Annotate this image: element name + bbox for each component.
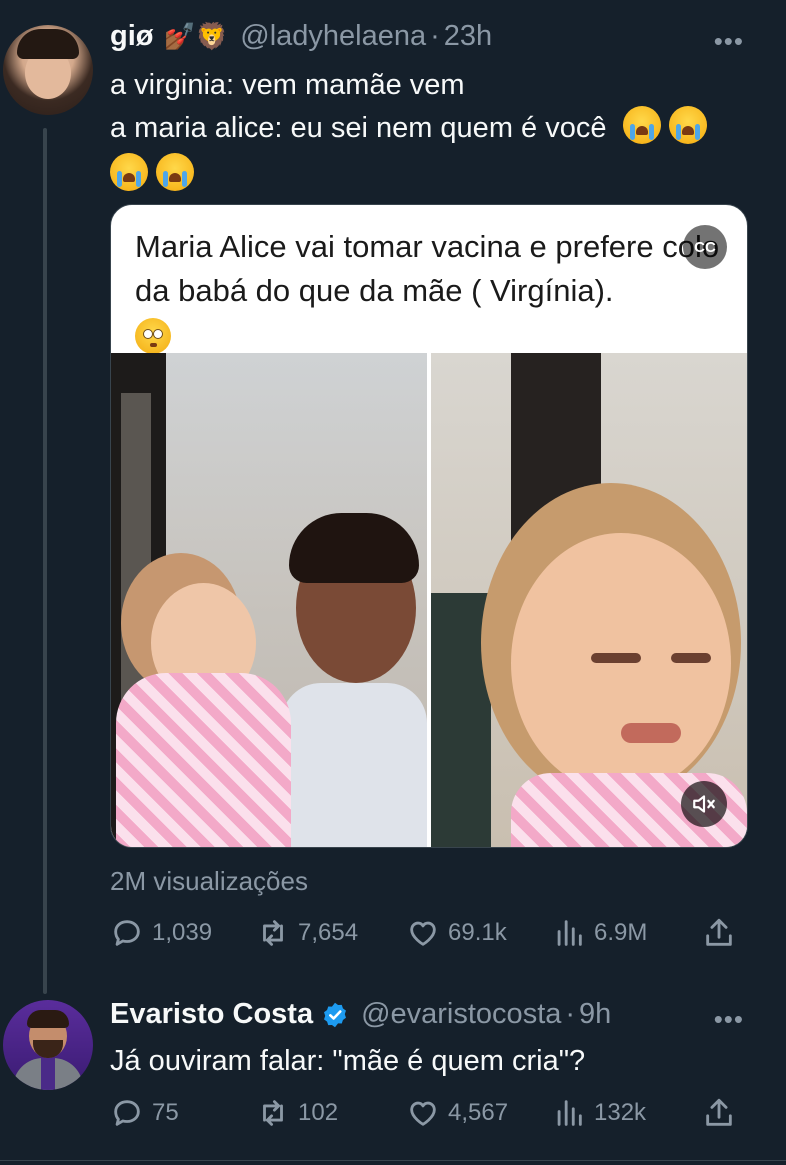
author-emojis: 💅🏾🦁 [163, 21, 229, 51]
flushed-emoji-icon [135, 318, 171, 354]
crying-emoji-icon [110, 153, 148, 191]
retweet-count: 102 [298, 1099, 339, 1126]
timestamp[interactable]: 23h [444, 20, 492, 53]
analytics-icon [557, 1100, 582, 1126]
cc-icon[interactable]: CC [683, 225, 727, 269]
retweet-count: 7,654 [298, 919, 359, 946]
reply-button[interactable]: 75 [110, 1096, 256, 1130]
mute-icon[interactable] [681, 781, 727, 827]
like-icon [410, 921, 436, 946]
tweet-actions: 1,039 7,654 69.1k 6.9M [110, 916, 746, 950]
author-handle[interactable]: @evaristocosta [361, 998, 561, 1031]
tweet-text: Já ouviram falar: "mãe é quem cria"? [110, 1045, 586, 1077]
reply-count: 1,039 [152, 919, 213, 946]
video-frame-right [431, 353, 747, 847]
avatar[interactable] [3, 25, 93, 115]
share-icon [706, 1098, 732, 1126]
view-count: 2M visualizações [110, 866, 308, 896]
more-icon[interactable]: ••• [714, 1004, 744, 1035]
like-button[interactable]: 4,567 [406, 1096, 552, 1130]
tweet-text-line1: a virginia: vem mamãe vem [110, 69, 465, 101]
media-caption: Maria Alice vai tomar vacina e prefere c… [135, 225, 725, 359]
media-caption-text: Maria Alice vai tomar vacina e prefere c… [135, 229, 720, 308]
thread-line [43, 128, 47, 994]
author-name[interactable]: Evaristo Costa [110, 998, 313, 1031]
like-count: 4,567 [448, 1099, 509, 1126]
tweet-2[interactable]: Evaristo Costa @evaristocosta · 9h ••• J… [0, 990, 786, 1165]
video-media[interactable]: Maria Alice vai tomar vacina e prefere c… [110, 204, 748, 848]
reply-icon [114, 1100, 140, 1126]
share-button[interactable] [702, 1096, 736, 1130]
crying-emoji-icon [156, 153, 194, 191]
tweet-text-line2: a maria alice: eu sei nem quem é você [110, 106, 750, 149]
share-button[interactable] [702, 916, 736, 950]
like-button[interactable]: 69.1k [406, 916, 552, 950]
verified-icon [324, 1002, 347, 1027]
author-handle[interactable]: @ladyhelaena [240, 20, 426, 53]
separator: · [565, 998, 576, 1030]
avatar[interactable] [3, 1000, 93, 1090]
analytics-button[interactable]: 132k [552, 1096, 702, 1130]
retweet-icon [263, 1100, 283, 1126]
tweet-actions: 75 102 4,567 132k [110, 1096, 746, 1130]
share-icon [706, 918, 732, 946]
tweet-text: a virginia: vem mamãe vem a maria alice:… [110, 64, 750, 196]
bottom-divider [0, 1160, 786, 1161]
retweet-button[interactable]: 102 [256, 1096, 406, 1130]
analytics-count: 6.9M [594, 919, 648, 946]
video-frame-left [111, 353, 427, 847]
reply-count: 75 [152, 1099, 179, 1126]
tweet-text-line3 [110, 153, 750, 196]
analytics-count: 132k [594, 1099, 647, 1126]
tweet-1[interactable]: giø 💅🏾🦁 @ladyhelaena · 23h ••• a virgini… [0, 0, 786, 994]
retweet-button[interactable]: 7,654 [256, 916, 406, 950]
analytics-button[interactable]: 6.9M [552, 916, 702, 950]
like-icon [410, 1101, 436, 1126]
like-count: 69.1k [448, 919, 507, 946]
author-name[interactable]: giø [110, 20, 154, 53]
crying-emoji-icon [668, 106, 707, 144]
tweet-header: giø 💅🏾🦁 @ladyhelaena · 23h [110, 20, 492, 53]
separator: · [430, 20, 440, 52]
reply-button[interactable]: 1,039 [110, 916, 256, 950]
more-icon[interactable]: ••• [714, 26, 744, 57]
tweet-text-line2-text: a maria alice: eu sei nem quem é você [110, 112, 607, 144]
reply-icon [114, 920, 140, 946]
crying-emoji-icon [622, 106, 661, 144]
retweet-icon [263, 920, 283, 946]
timestamp[interactable]: 9h [579, 998, 611, 1031]
tweet-header: Evaristo Costa @evaristocosta · 9h [110, 998, 611, 1031]
analytics-icon [557, 920, 582, 946]
